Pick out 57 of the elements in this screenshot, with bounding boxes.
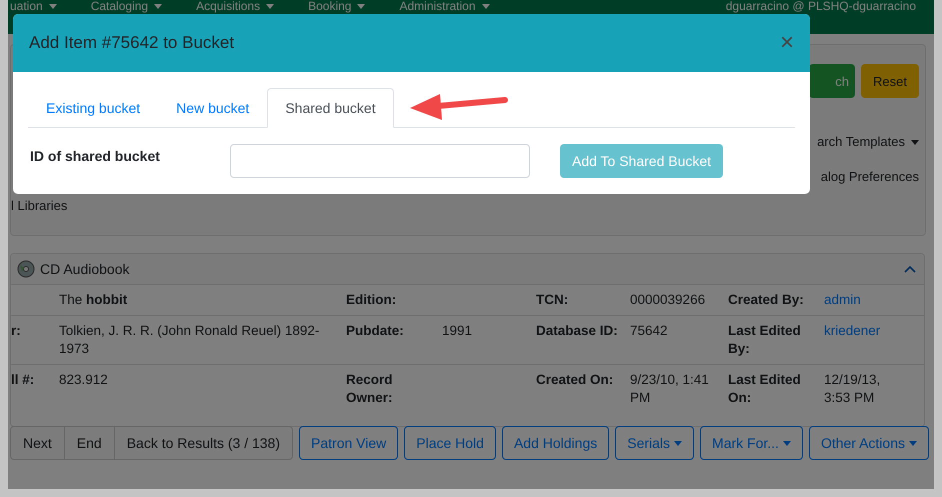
field-label: Created On: <box>536 372 614 387</box>
reset-button[interactable]: Reset <box>861 64 919 98</box>
field-value: The hobbit <box>59 292 128 307</box>
user-link[interactable]: admin <box>824 292 861 307</box>
caret-icon <box>154 4 162 9</box>
menu-item[interactable]: uation <box>10 0 57 13</box>
user-label[interactable]: dguarracino @ PLSHQ-dguarracino <box>726 0 916 13</box>
field-label: Last Edited By: <box>728 323 801 356</box>
collapse-chevron-icon[interactable] <box>904 265 916 273</box>
field-label: Created By: <box>728 292 804 307</box>
field-label: ll #: <box>11 372 34 387</box>
action-button[interactable]: Add Holdings <box>502 426 610 460</box>
caret-icon <box>266 4 274 9</box>
field-value: 75642 <box>630 323 668 338</box>
field-value: 0000039266 <box>630 292 706 307</box>
tab[interactable]: Shared bucket <box>267 88 394 128</box>
tab[interactable]: New bucket <box>158 88 268 128</box>
action-button[interactable]: Patron View <box>299 426 398 460</box>
action-button[interactable]: Place Hold <box>404 426 496 460</box>
field-label: Database ID: <box>536 323 618 338</box>
field-label: Last Edited On: <box>728 372 801 405</box>
field-value: Tolkien, J. R. R. (John Ronald Reuel) 1892-1973 <box>59 323 320 356</box>
field-label: Pubdate: <box>346 323 404 338</box>
field-label: Edition: <box>346 292 396 307</box>
field-value: 9/23/10, 1:41 PM <box>630 372 709 405</box>
field-label: Record Owner: <box>346 372 393 405</box>
tab[interactable]: Existing bucket <box>28 88 158 128</box>
field-label: TCN: <box>536 292 568 307</box>
caret-icon <box>357 4 366 9</box>
user-link[interactable]: kriedener <box>824 323 880 338</box>
search-button[interactable]: ch <box>809 64 855 98</box>
dropdown-button[interactable]: Serials <box>615 426 694 460</box>
menu-item[interactable]: Administration <box>399 0 490 13</box>
field-value: 1991 <box>442 323 472 338</box>
disc-icon <box>17 260 35 278</box>
bucket-id-input[interactable] <box>230 144 530 178</box>
search-templates-menu[interactable]: arch Templates <box>817 134 919 149</box>
dropdown-button[interactable]: Other Actions <box>808 426 929 460</box>
navigation-button[interactable]: Next <box>11 427 64 459</box>
modal-title: Add Item #75642 to Bucket <box>29 33 234 53</box>
field-label: ID of shared bucket <box>29 148 161 164</box>
navigation-button[interactable]: End <box>64 427 114 459</box>
caret-icon <box>482 4 490 9</box>
field-value: 823.912 <box>59 372 108 387</box>
menu-item[interactable]: Cataloging <box>90 0 162 13</box>
menu-item[interactable]: Booking <box>308 0 366 13</box>
format-label: CD Audiobook <box>40 261 130 277</box>
navigation-button[interactable]: Back to Results (3 / 138) <box>114 427 292 459</box>
caret-icon <box>48 4 57 9</box>
libraries-text: l Libraries <box>11 198 68 213</box>
field-label: r: <box>11 323 21 338</box>
catalog-preferences-link[interactable]: alog Preferences <box>820 169 919 184</box>
close-button[interactable]: × <box>780 31 794 55</box>
field-value: 12/19/13, 3:53 PM <box>824 372 880 405</box>
menu-item[interactable]: Acquisitions <box>196 0 274 13</box>
caret-icon <box>911 140 919 146</box>
dropdown-button[interactable]: Mark For... <box>700 426 803 460</box>
